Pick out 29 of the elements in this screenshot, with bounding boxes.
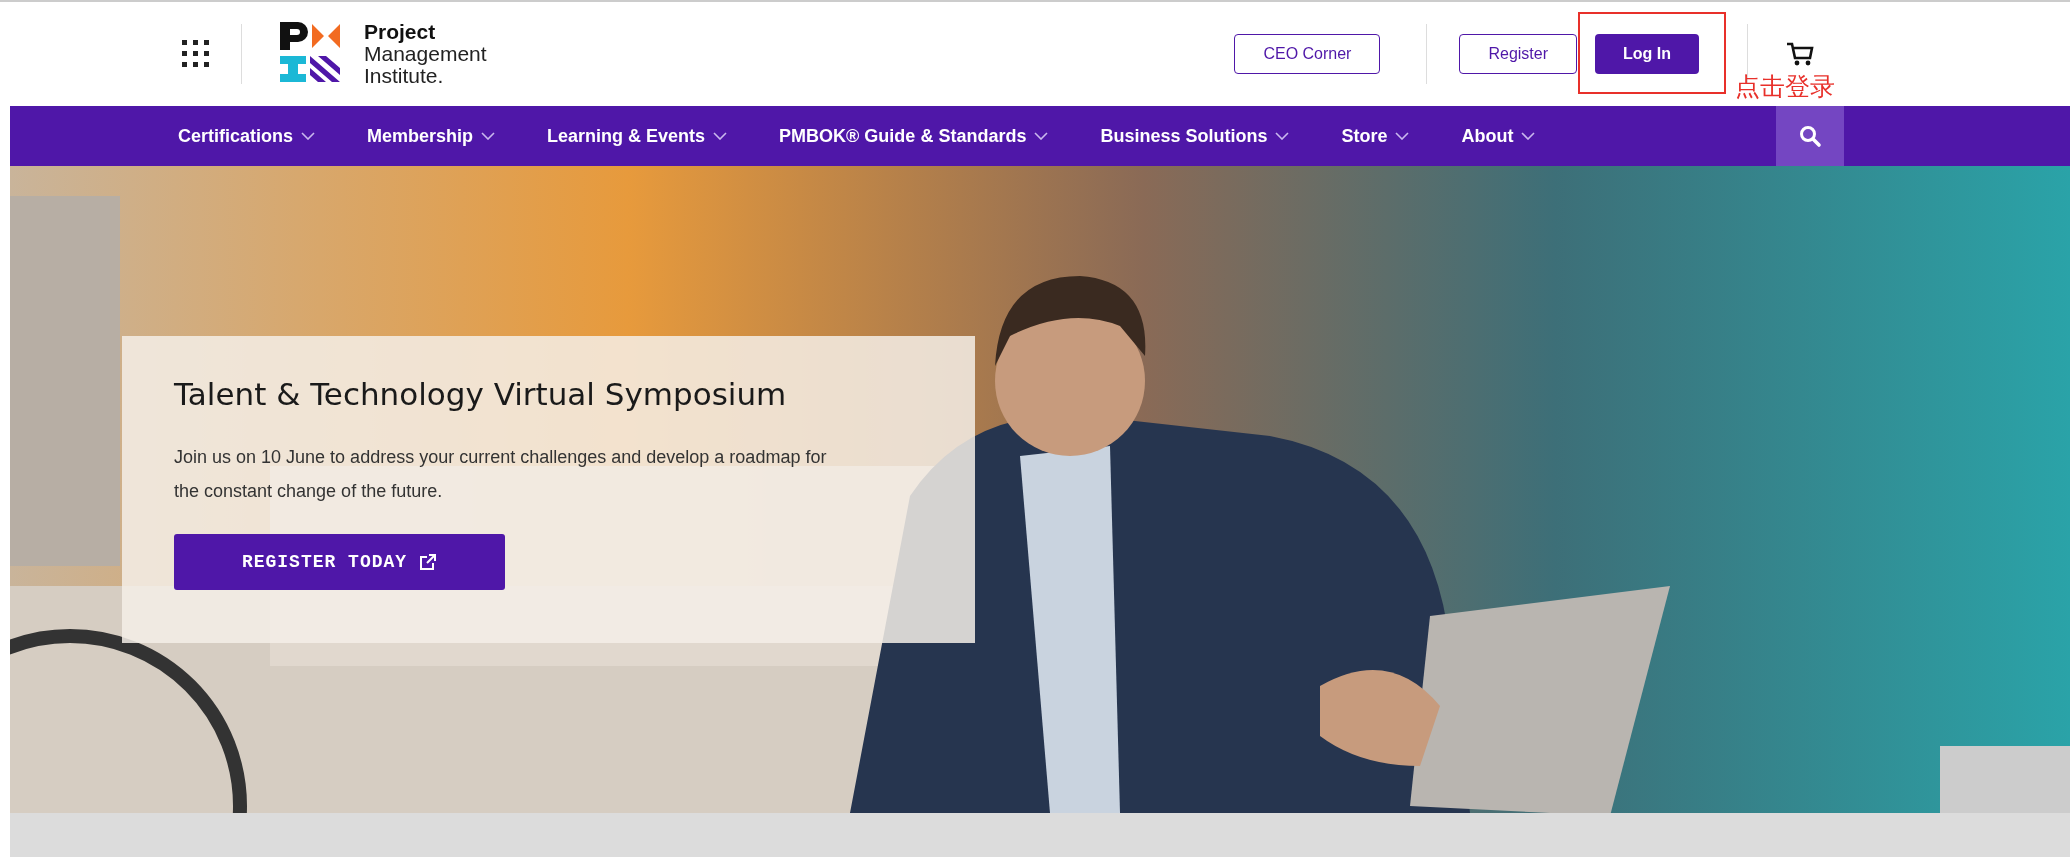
chevron-down-icon <box>301 132 316 140</box>
chevron-down-icon <box>1034 132 1049 140</box>
promo-title: Talent & Technology Virtual Symposium <box>174 376 788 412</box>
chevron-down-icon <box>1395 132 1410 140</box>
header-button[interactable]: CEO Corner <box>1234 34 1381 74</box>
logo-title: Project <box>364 21 437 43</box>
chevron-down-icon <box>1275 132 1290 140</box>
chevron-down-icon <box>1521 132 1536 140</box>
cart-icon[interactable] <box>1785 41 1815 67</box>
nav-item[interactable]: Business Solutions <box>1100 125 1290 147</box>
annotation-text: 点击登录 <box>1735 71 1835 103</box>
nav-item[interactable]: Store <box>1341 125 1410 147</box>
nav-item[interactable]: Learning & Events <box>547 125 728 147</box>
apps-grid-icon[interactable] <box>181 39 211 69</box>
register-today-button[interactable]: REGISTER TODAY <box>174 534 505 590</box>
nav-item[interactable]: PMBOK® Guide & Standards <box>779 125 1049 147</box>
nav-item[interactable]: Certifications <box>178 125 316 147</box>
nav-item[interactable]: Membership <box>367 125 496 147</box>
external-link-icon <box>419 553 438 571</box>
nav-item[interactable]: About <box>1461 125 1536 147</box>
chevron-down-icon <box>481 132 496 140</box>
header-button[interactable]: Register <box>1459 34 1577 74</box>
chevron-down-icon <box>713 132 728 140</box>
search-button[interactable] <box>1776 106 1844 166</box>
logo-subtitle: Management <box>364 43 487 65</box>
search-icon <box>1798 124 1822 148</box>
promo-text: Join us on 10 June to address your current challenges and develop a roadmap for the constant change of the future. <box>174 446 828 503</box>
login-button[interactable]: Log In <box>1595 34 1699 74</box>
logo-subtitle: Institute. <box>364 65 444 87</box>
